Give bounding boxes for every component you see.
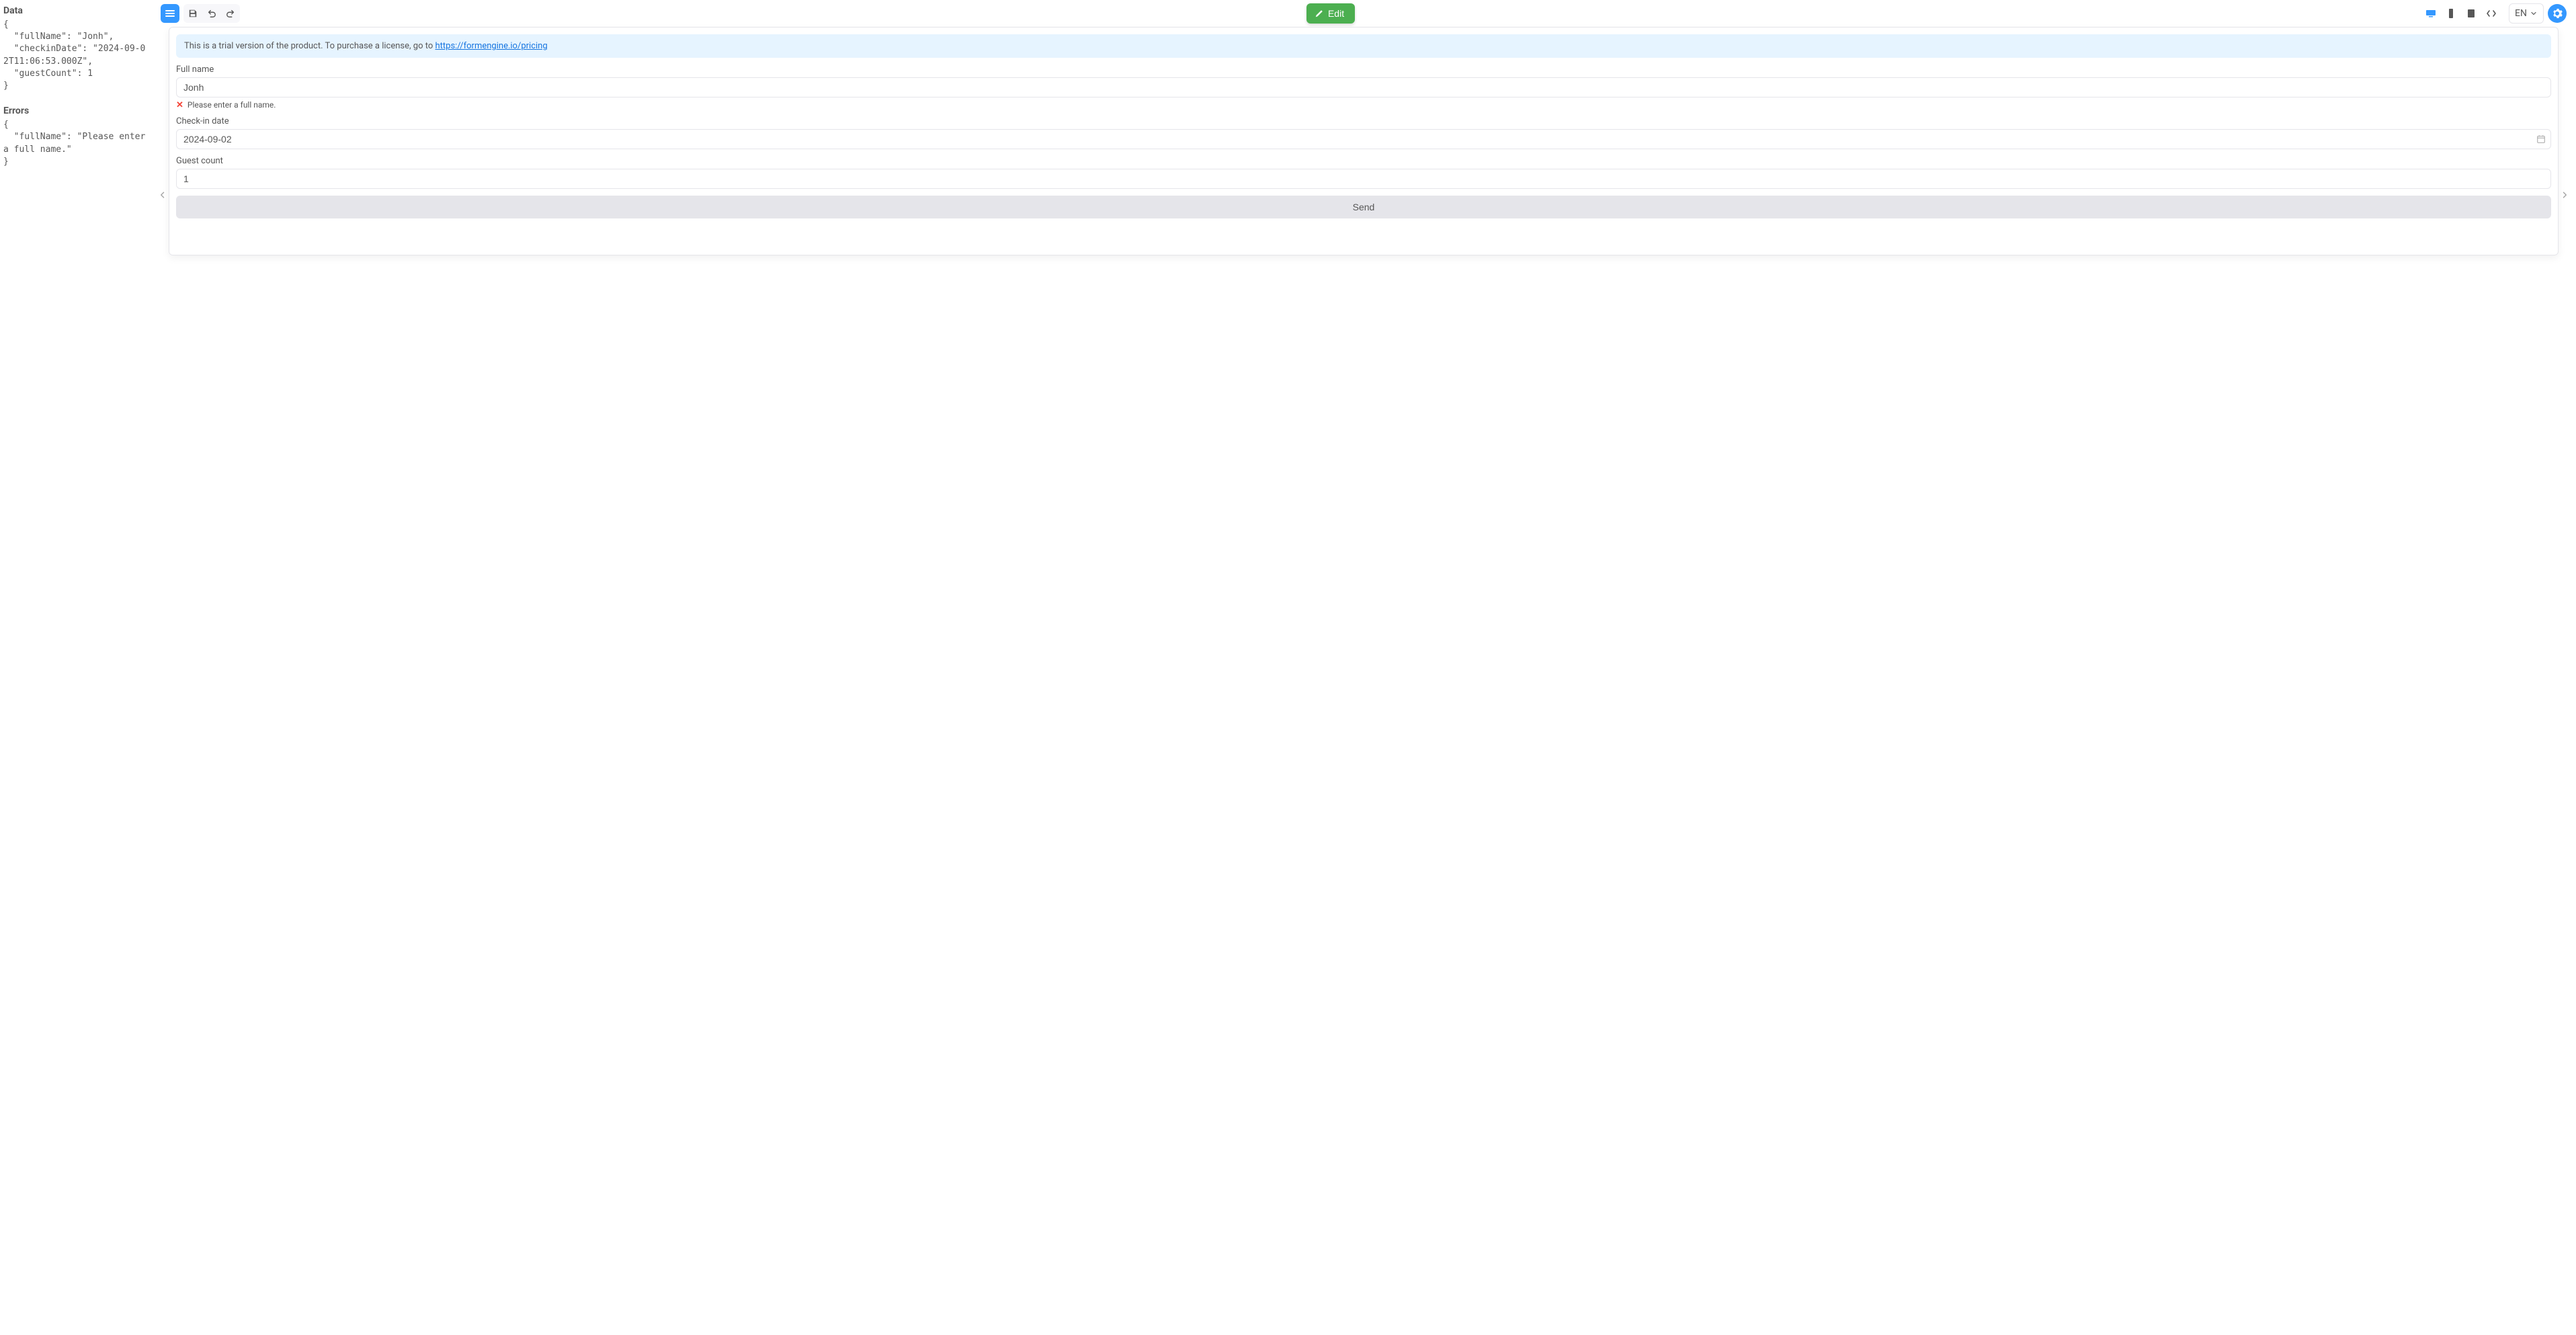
menu-button[interactable] — [161, 4, 179, 23]
tablet-view-button[interactable] — [2462, 4, 2481, 23]
main-area: Edit — [151, 0, 2576, 1335]
error-x-icon: ✕ — [176, 101, 183, 110]
form-canvas: This is a trial version of the product. … — [169, 27, 2559, 255]
chevron-right-icon — [2561, 191, 2569, 199]
settings-button[interactable] — [2548, 4, 2567, 23]
desktop-icon — [2425, 8, 2436, 19]
data-json: { "fullName": "Jonh", "checkinDate": "20… — [3, 19, 148, 92]
gear-icon — [2552, 8, 2563, 19]
mobile-view-button[interactable] — [2442, 4, 2460, 23]
language-select-label: EN — [2515, 8, 2527, 19]
fullname-group: Full name ✕ Please enter a full name. — [176, 65, 2551, 110]
send-button[interactable]: Send — [176, 196, 2551, 218]
checkin-group: Check-in date — [176, 116, 2551, 149]
toolbar: Edit — [158, 0, 2569, 27]
save-icon — [188, 9, 198, 18]
data-heading: Data — [3, 5, 148, 16]
data-sidebar: Data { "fullName": "Jonh", "checkinDate"… — [0, 0, 151, 1335]
prev-page-button[interactable] — [158, 27, 167, 255]
errors-json: { "fullName": "Please enter a full name.… — [3, 119, 148, 168]
pencil-icon — [1315, 9, 1324, 18]
checkin-input[interactable] — [176, 129, 2551, 149]
mobile-icon — [2446, 8, 2456, 19]
edit-button-label: Edit — [1328, 8, 1344, 19]
chevron-left-icon — [159, 191, 167, 199]
fullname-input[interactable] — [176, 77, 2551, 97]
chevron-down-icon — [2530, 9, 2538, 17]
trial-banner: This is a trial version of the product. … — [176, 34, 2551, 58]
menu-icon — [165, 8, 175, 19]
desktop-view-button[interactable] — [2421, 4, 2440, 23]
save-button[interactable] — [183, 4, 202, 23]
next-page-button[interactable] — [2560, 27, 2569, 255]
guestcount-group: Guest count — [176, 156, 2551, 189]
tablet-icon — [2466, 8, 2477, 19]
fullname-error-text: Please enter a full name. — [188, 100, 276, 110]
edit-button[interactable]: Edit — [1306, 3, 1355, 24]
redo-button[interactable] — [221, 4, 240, 23]
redo-icon — [226, 9, 235, 18]
guestcount-input[interactable] — [176, 169, 2551, 189]
trial-banner-link[interactable]: https://formengine.io/pricing — [435, 41, 547, 51]
undo-icon — [207, 9, 216, 18]
errors-heading: Errors — [3, 106, 148, 116]
guestcount-label: Guest count — [176, 156, 2551, 166]
trial-banner-text: This is a trial version of the product. … — [184, 41, 435, 51]
code-icon — [2486, 8, 2497, 19]
code-view-button[interactable] — [2482, 4, 2501, 23]
checkin-label: Check-in date — [176, 116, 2551, 126]
fullname-error: ✕ Please enter a full name. — [176, 100, 2551, 110]
calendar-button[interactable] — [2536, 134, 2546, 144]
calendar-icon — [2536, 134, 2546, 144]
undo-button[interactable] — [202, 4, 221, 23]
language-select[interactable]: EN — [2509, 3, 2544, 24]
fullname-label: Full name — [176, 65, 2551, 75]
